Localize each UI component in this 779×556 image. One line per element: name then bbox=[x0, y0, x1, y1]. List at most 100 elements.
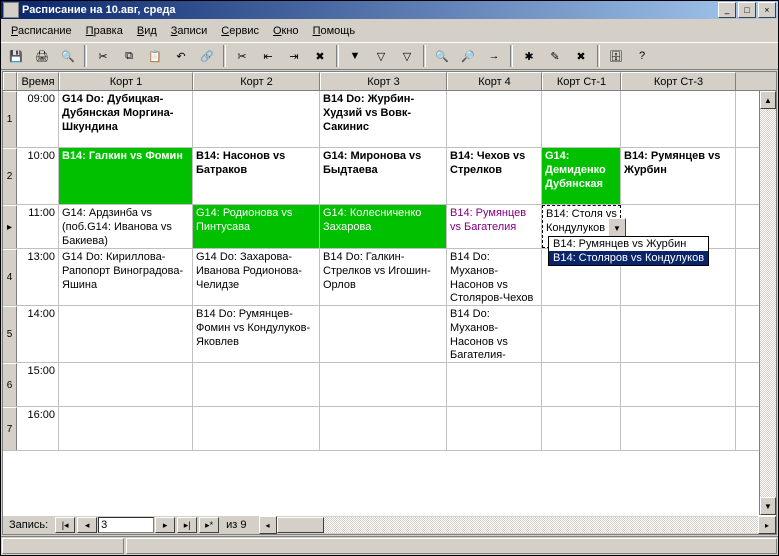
schedule-cell[interactable]: G14: Родионова vs Пинтусава bbox=[193, 205, 320, 248]
record-navigator: Запись: |◂ ◂ ▸ ▸| ▸* из 9 ◂ ▸ bbox=[3, 515, 776, 534]
nav-prev-button[interactable]: ◂ bbox=[77, 517, 97, 533]
schedule-cell[interactable] bbox=[193, 91, 320, 147]
db-icon[interactable]: 🗄 bbox=[604, 44, 628, 68]
schedule-cell[interactable] bbox=[320, 407, 447, 450]
horizontal-scrollbar[interactable]: ◂ ▸ bbox=[259, 517, 776, 533]
schedule-cell[interactable]: B14: Чехов vs Стрелков bbox=[447, 148, 542, 204]
delete-row-icon[interactable]: ✖ bbox=[569, 44, 593, 68]
nav-next-button[interactable]: ▸ bbox=[155, 517, 175, 533]
table-row: 716:00 bbox=[3, 407, 759, 451]
funnel-clear-icon[interactable]: ▽ bbox=[395, 44, 419, 68]
dropdown-item[interactable]: B14: Столяров vs Кондулуков bbox=[549, 251, 708, 265]
column-header[interactable]: Корт Ст-3 bbox=[621, 72, 736, 90]
schedule-cell[interactable] bbox=[542, 363, 621, 406]
schedule-cell[interactable]: B14: Румянцев vs Журбин bbox=[621, 148, 736, 204]
preview-icon[interactable]: 🔍 bbox=[56, 44, 80, 68]
asterisk-icon[interactable]: ✱ bbox=[517, 44, 541, 68]
schedule-cell[interactable] bbox=[193, 407, 320, 450]
funnel-apply-icon[interactable]: ▼ bbox=[343, 44, 367, 68]
schedule-cell[interactable]: G14: Демиденко Дубянская bbox=[542, 148, 621, 204]
column-header[interactable]: Корт 3 bbox=[320, 72, 447, 90]
schedule-cell[interactable]: G14: Ардзинба vs (поб.G14: Иванова vs Ба… bbox=[59, 205, 193, 248]
dropdown-item[interactable]: B14: Румянцев vs Журбин bbox=[549, 237, 708, 251]
vertical-scrollbar[interactable]: ▲ ▼ bbox=[759, 91, 776, 515]
arrow-r-icon[interactable]: ⇥ bbox=[282, 44, 306, 68]
menu-Правка[interactable]: Правка bbox=[80, 24, 129, 38]
menu-Записи[interactable]: Записи bbox=[165, 24, 214, 38]
schedule-cell[interactable] bbox=[447, 363, 542, 406]
schedule-cell[interactable] bbox=[542, 306, 621, 362]
help-icon[interactable]: ? bbox=[630, 44, 654, 68]
nav-new-button[interactable]: ▸* bbox=[199, 517, 219, 533]
cell-dropdown-arrow[interactable]: ▼ bbox=[608, 218, 626, 238]
column-header[interactable]: Время bbox=[17, 72, 59, 90]
schedule-cell[interactable] bbox=[447, 91, 542, 147]
schedule-cell[interactable] bbox=[320, 363, 447, 406]
schedule-cell[interactable]: G14: Колесниченко Захарова bbox=[320, 205, 447, 248]
schedule-cell[interactable] bbox=[621, 91, 736, 147]
undo-icon[interactable]: ↶ bbox=[169, 44, 193, 68]
cut-icon[interactable]: ✂ bbox=[91, 44, 115, 68]
menu-Вид[interactable]: Вид bbox=[131, 24, 163, 38]
column-header[interactable]: Корт 1 bbox=[59, 72, 193, 90]
arrow-l-icon[interactable]: ⇤ bbox=[256, 44, 280, 68]
cell-dropdown[interactable]: B14: Румянцев vs ЖурбинB14: Столяров vs … bbox=[548, 236, 709, 266]
schedule-cell[interactable] bbox=[542, 91, 621, 147]
schedule-cell[interactable]: B14: Галкин vs Фомин bbox=[59, 148, 193, 204]
column-header[interactable]: Корт Ст-1 bbox=[542, 72, 621, 90]
nav-last-button[interactable]: ▸| bbox=[177, 517, 197, 533]
schedule-cell[interactable] bbox=[320, 306, 447, 362]
scroll-up-button[interactable]: ▲ bbox=[760, 91, 776, 109]
menu-Помощь[interactable]: Помощь bbox=[307, 24, 362, 38]
cross-icon[interactable]: ✖ bbox=[308, 44, 332, 68]
new-icon[interactable]: ✎ bbox=[543, 44, 567, 68]
schedule-cell[interactable]: B14 Do: Румянцев-Фомин vs Кондулуков-Яко… bbox=[193, 306, 320, 362]
paste-icon[interactable]: 📋 bbox=[143, 44, 167, 68]
schedule-cell[interactable] bbox=[542, 407, 621, 450]
scissors-icon[interactable]: ✂ bbox=[230, 44, 254, 68]
schedule-cell[interactable]: G14 Do: Дубицкая-Дубянская Моргина-Шкунд… bbox=[59, 91, 193, 147]
schedule-cell[interactable] bbox=[621, 363, 736, 406]
scroll-track[interactable] bbox=[760, 109, 776, 497]
column-header[interactable]: Корт 2 bbox=[193, 72, 320, 90]
schedule-cell[interactable]: B14: Румянцев vs Багателия bbox=[447, 205, 542, 248]
scroll-thumb[interactable] bbox=[277, 517, 324, 533]
scroll-right-button[interactable]: ▸ bbox=[758, 516, 776, 534]
schedule-cell[interactable] bbox=[59, 306, 193, 362]
schedule-cell[interactable] bbox=[59, 363, 193, 406]
schedule-cell[interactable]: B14 Do: Галкин-Стрелков vs Игошин-Орлов bbox=[320, 249, 447, 305]
schedule-cell[interactable]: G14 Do: Захарова-Иванова Родионова-Челид… bbox=[193, 249, 320, 305]
schedule-cell[interactable] bbox=[59, 407, 193, 450]
print-icon[interactable]: 🖨 bbox=[30, 44, 54, 68]
close-button[interactable]: × bbox=[758, 2, 776, 18]
schedule-cell[interactable]: G14 Do: Кириллова-Рапопорт Виноградова-Я… bbox=[59, 249, 193, 305]
maximize-button[interactable]: □ bbox=[738, 2, 756, 18]
scroll-left-button[interactable]: ◂ bbox=[259, 516, 277, 534]
minimize-button[interactable]: _ bbox=[718, 2, 736, 18]
column-header[interactable]: Корт 4 bbox=[447, 72, 542, 90]
schedule-cell[interactable]: B14: Насонов vs Батраков bbox=[193, 148, 320, 204]
funnel-icon[interactable]: ▽ bbox=[369, 44, 393, 68]
nav-first-button[interactable]: |◂ bbox=[55, 517, 75, 533]
schedule-cell[interactable]: B14 Do: Журбин-Худзий vs Вовк-Сакинис bbox=[320, 91, 447, 147]
record-input[interactable] bbox=[98, 517, 154, 533]
schedule-cell[interactable]: B14 Do: Муханов-Насонов vs Багателия-Рум… bbox=[447, 306, 542, 362]
schedule-cell[interactable]: G14: Миронова vs Быдтаева bbox=[320, 148, 447, 204]
find-icon[interactable]: 🔍 bbox=[430, 44, 454, 68]
schedule-cell[interactable]: B14 Do: Муханов-Насонов vs Столяров-Чехо… bbox=[447, 249, 542, 305]
menu-Окно[interactable]: Окно bbox=[267, 24, 305, 38]
window-title: Расписание на 10.авг, среда bbox=[22, 4, 176, 16]
copy-icon[interactable]: ⧉ bbox=[117, 44, 141, 68]
menu-Сервис[interactable]: Сервис bbox=[215, 24, 265, 38]
menu-Расписание[interactable]: Расписание bbox=[5, 24, 78, 38]
scroll-down-button[interactable]: ▼ bbox=[760, 497, 776, 515]
find-next-icon[interactable]: 🔎 bbox=[456, 44, 480, 68]
save-icon[interactable]: 💾 bbox=[4, 44, 28, 68]
schedule-cell[interactable] bbox=[447, 407, 542, 450]
schedule-cell[interactable] bbox=[621, 306, 736, 362]
column-header[interactable] bbox=[3, 72, 17, 90]
schedule-cell[interactable] bbox=[621, 407, 736, 450]
link-icon[interactable]: 🔗 bbox=[195, 44, 219, 68]
goto-icon[interactable]: → bbox=[482, 44, 506, 68]
schedule-cell[interactable] bbox=[193, 363, 320, 406]
